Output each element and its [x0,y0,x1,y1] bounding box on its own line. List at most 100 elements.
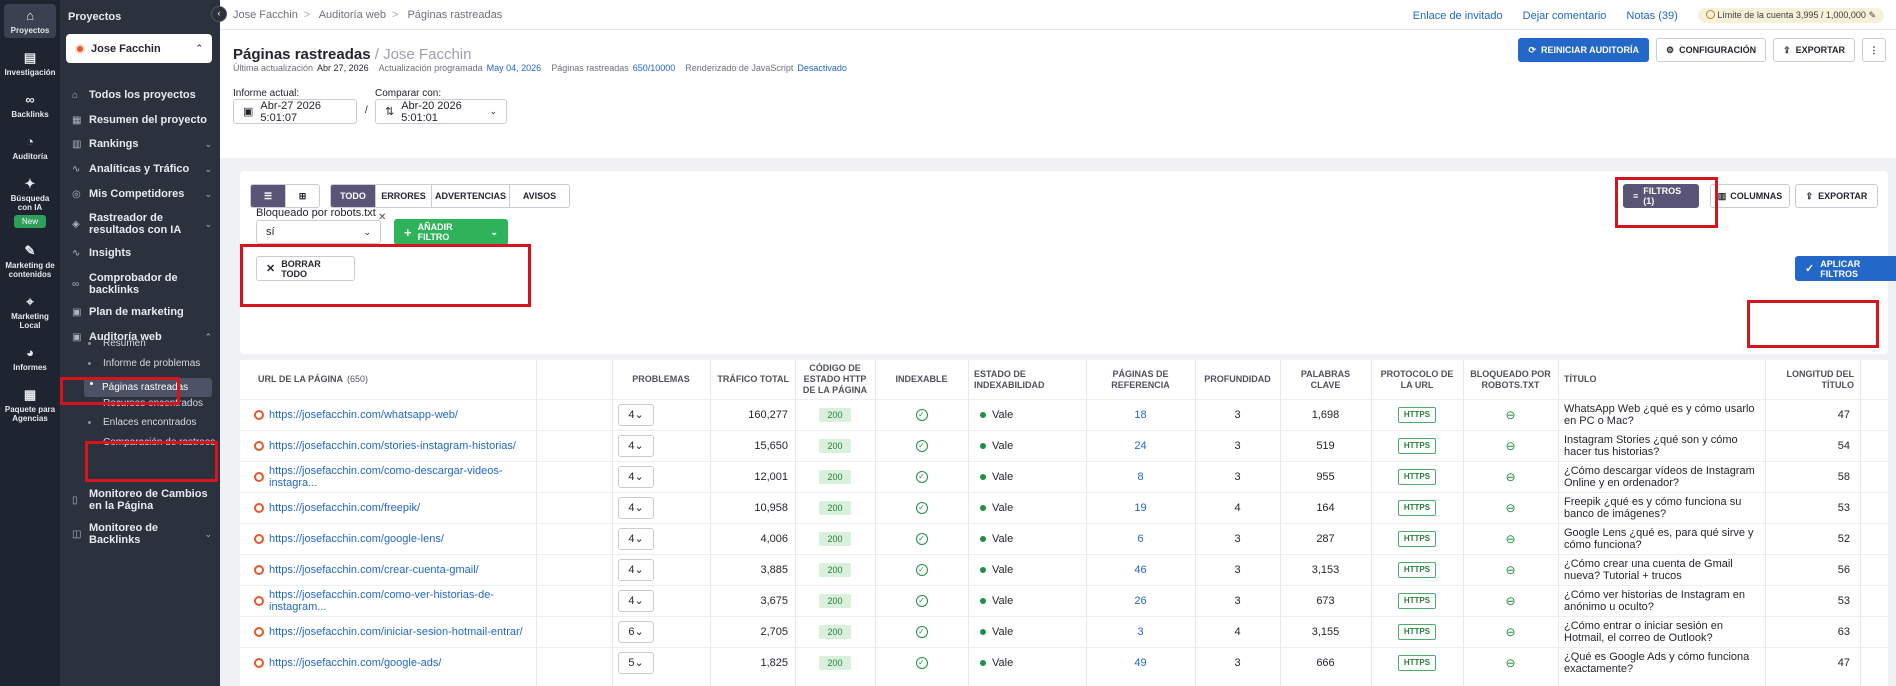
page-url-link[interactable]: https://josefacchin.com/google-lens/ [269,533,444,545]
list-view-icon[interactable]: ☰ [251,185,285,207]
column-header-protocol[interactable]: PROTOCOLO DE LA URL [1377,360,1457,399]
sidebar-item-3[interactable]: ∿ Analíticas y Tráfico ⌄ [60,163,220,175]
columns-button[interactable]: ▥ COLUMNAS [1710,184,1790,208]
column-header-status[interactable]: CÓDIGO DE ESTADO HTTP DE LA PÁGINA [801,360,869,399]
more-options-button[interactable]: ⋮ [1862,38,1886,62]
problems-dropdown[interactable]: 4 ⌄ [618,590,654,612]
column-header-title[interactable]: TÍTULO [1564,360,1759,399]
ref-pages-link[interactable]: 19 [1134,502,1146,514]
account-limit-badge[interactable]: Límite de la cuenta 3,995 / 1,000,000 ✎ [1697,8,1884,23]
table-row[interactable]: https://josefacchin.com/google-lens/4 ⌄ 4… [240,523,1888,554]
sidebar-item-6[interactable]: ∿ Insights [60,247,220,259]
column-header-depth[interactable]: PROFUNDIDAD [1201,360,1274,399]
column-header-title_len[interactable]: LONGITUD DEL TÍTULO [1771,360,1855,399]
problems-dropdown[interactable]: 4 ⌄ [618,466,654,488]
ref-pages-link[interactable]: 3 [1137,626,1143,638]
table-row[interactable]: https://josefacchin.com/como-descargar-v… [240,461,1888,492]
sidebar-item-5[interactable]: ◈ Rastreador de resultados con IA ⌄ [60,212,220,236]
sidebar-item-8[interactable]: ▣ Plan de marketing [60,306,220,318]
ref-pages-link[interactable]: 49 [1134,657,1146,669]
tab-0[interactable]: TODO [331,185,375,207]
restart-audit-button[interactable]: ⟳ REINICIAR AUDITORÍA [1518,38,1650,62]
sidebar-subitem-1[interactable]: Informe de problemas [60,358,220,369]
breadcrumb-item-project[interactable]: Jose Facchin [233,9,298,21]
sidebar-item-11[interactable]: ◫ Monitoreo de Backlinks ⌄ [60,522,220,546]
table-row[interactable]: https://josefacchin.com/stories-instagra… [240,430,1888,461]
page-url-link[interactable]: https://josefacchin.com/freepik/ [269,502,420,514]
problems-dropdown[interactable]: 5 ⌄ [618,652,654,674]
config-button[interactable]: ⚙ CONFIGURACIÓN [1656,38,1767,62]
guest-link[interactable]: Enlace de invitado [1413,10,1503,22]
table-row[interactable]: https://josefacchin.com/crear-cuenta-gma… [240,554,1888,585]
rail-item-8[interactable]: ▦ Paquete para Agencias [4,383,56,426]
rail-item-1[interactable]: ▤ Investigación [4,46,56,80]
ref-pages-link[interactable]: 26 [1134,595,1146,607]
meta-value[interactable]: May 04, 2026 [487,63,542,73]
sidebar-subitem-0[interactable]: Resumen [60,338,220,349]
ref-pages-link[interactable]: 6 [1137,533,1143,545]
column-header-indexable[interactable]: INDEXABLE [881,360,962,399]
tree-view-icon[interactable]: ⊞ [285,185,319,207]
meta-value[interactable]: Desactivado [797,63,847,73]
page-url-link[interactable]: https://josefacchin.com/como-ver-histori… [269,589,534,613]
column-header-traffic[interactable]: TRÁFICO TOTAL [716,360,789,399]
rail-item-6[interactable]: ⌖ Marketing Local [4,290,56,333]
problems-dropdown[interactable]: 4 ⌄ [618,435,654,457]
page-url-link[interactable]: https://josefacchin.com/crear-cuenta-gma… [269,564,479,576]
project-selector[interactable]: Jose Facchin ⌃ [66,34,212,63]
problems-dropdown[interactable]: 4 ⌄ [618,497,654,519]
ref-pages-link[interactable]: 18 [1134,409,1146,421]
notes-link[interactable]: Notas (39) [1626,10,1677,22]
rail-item-4[interactable]: ✦ Búsqueda con IA New [4,172,56,231]
page-url-link[interactable]: https://josefacchin.com/iniciar-sesion-h… [269,626,523,638]
rail-item-3[interactable]: ◔ Auditoría [4,130,56,164]
rail-item-0[interactable]: ⌂ Proyectos [4,4,56,38]
export-header-button[interactable]: ⇪ EXPORTAR [1773,38,1855,62]
sidebar-item-1[interactable]: ▦ Resumen del proyecto [60,114,220,126]
collapse-sidebar-icon[interactable]: ‹ [211,6,227,22]
sidebar-subitem-4[interactable]: Enlaces encontrados [60,417,220,428]
meta-value[interactable]: 650/10000 [633,63,676,73]
column-header-url[interactable]: URL DE LA PÁGINA (650) [258,360,530,399]
breadcrumb-item-audit[interactable]: Auditoría web [319,9,386,21]
tab-1[interactable]: ERRORES [375,185,431,207]
rail-item-5[interactable]: ✎ Marketing de contenidos [4,239,56,282]
filter-value-select[interactable]: sí ⌄ [256,220,381,244]
table-row[interactable]: https://josefacchin.com/como-ver-histori… [240,585,1888,616]
problems-dropdown[interactable]: 4 ⌄ [618,559,654,581]
column-header-robots[interactable]: BLOQUEADO POR ROBOTS.TXT [1469,360,1552,399]
sidebar-item-4[interactable]: ◎ Mis Competidores ⌄ [60,188,220,200]
page-url-link[interactable]: https://josefacchin.com/como-descargar-v… [269,465,534,489]
column-header-refpages[interactable]: PÁGINAS DE REFERENCIA [1092,360,1189,399]
problems-dropdown[interactable]: 6 ⌄ [618,621,654,643]
ref-pages-link[interactable]: 24 [1134,440,1146,452]
apply-filters-button[interactable]: ✓ APLICAR FILTROS [1795,256,1896,281]
problems-dropdown[interactable]: 4 ⌄ [618,404,654,426]
column-header-index_state[interactable]: ESTADO DE INDEXABILIDAD [974,360,1080,399]
sidebar-item-7[interactable]: ∞ Comprobador de backlinks [60,272,220,296]
table-row[interactable]: https://josefacchin.com/iniciar-sesion-h… [240,616,1888,647]
tab-2[interactable]: ADVERTENCIAS [431,185,509,207]
sidebar-item-0[interactable]: ⌂ Todos los proyectos [60,89,220,101]
add-filter-button[interactable]: + AÑADIR FILTRO ⌄ [394,219,508,245]
sidebar-item-10[interactable]: ▯ Monitoreo de Cambios en la Página [60,488,220,512]
page-url-link[interactable]: https://josefacchin.com/whatsapp-web/ [269,409,458,421]
ref-pages-link[interactable]: 46 [1134,564,1146,576]
problems-dropdown[interactable]: 4 ⌄ [618,528,654,550]
tab-3[interactable]: AVISOS [509,185,569,207]
table-row[interactable]: https://josefacchin.com/google-ads/5 ⌄ 1,… [240,647,1888,678]
column-header-problems[interactable]: PROBLEMAS [618,360,704,399]
page-url-link[interactable]: https://josefacchin.com/stories-instagra… [269,440,516,452]
column-header-keywords[interactable]: PALABRAS CLAVE [1286,360,1365,399]
table-row[interactable]: https://josefacchin.com/freepik/4 ⌄ 10,95… [240,492,1888,523]
sidebar-item-2[interactable]: ▥ Rankings ⌄ [60,138,220,150]
export-table-button[interactable]: ⇪ EXPORTAR [1795,184,1878,208]
rail-item-7[interactable]: ◕ Informes [4,341,56,375]
feedback-link[interactable]: Dejar comentario [1523,10,1607,22]
page-url-link[interactable]: https://josefacchin.com/google-ads/ [269,657,441,669]
table-row[interactable]: https://josefacchin.com/whatsapp-web/4 ⌄… [240,399,1888,430]
rail-item-2[interactable]: ∞ Backlinks [4,88,56,122]
ref-pages-link[interactable]: 8 [1137,471,1143,483]
current-report-select[interactable]: ▣ Abr-27 2026 5:01:07 [233,99,357,124]
compare-select[interactable]: ⇅ Abr-20 2026 5:01:01 ⌄ [375,99,507,124]
